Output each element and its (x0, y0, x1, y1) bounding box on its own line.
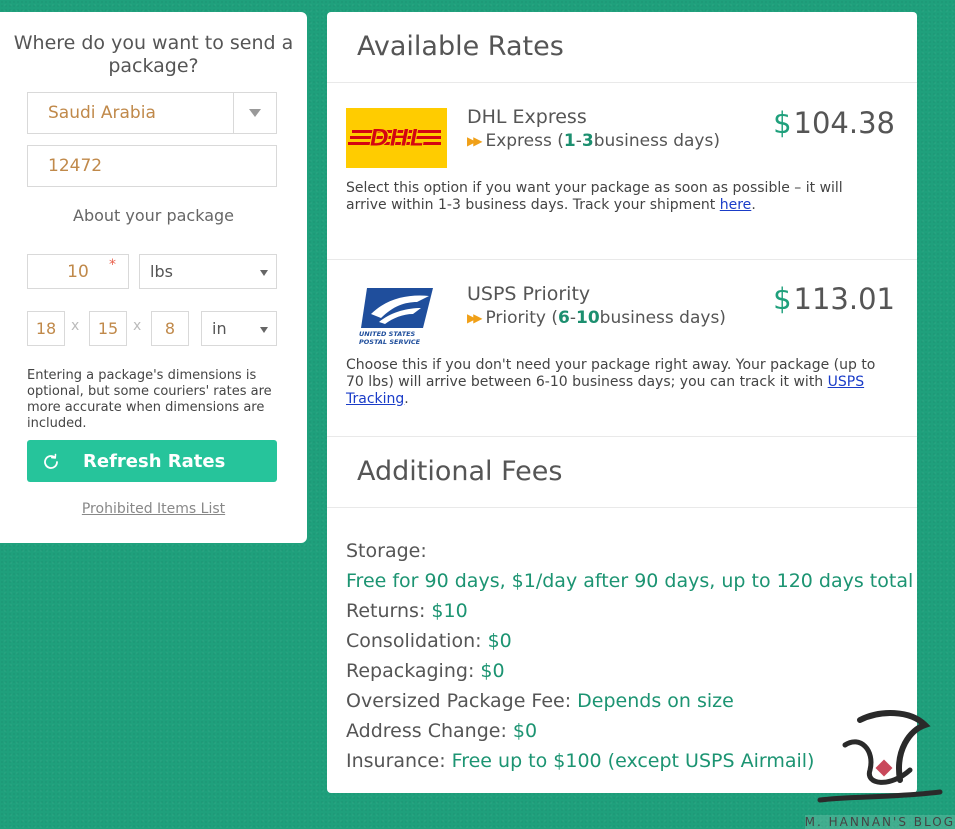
additional-fees-title: Additional Fees (357, 456, 563, 487)
usps-price: $113.01 (773, 282, 895, 316)
dimension-unit-select[interactable]: in (201, 311, 277, 346)
dhl-logo: DHL (346, 108, 447, 168)
shipping-form-panel: Where do you want to send a package? Sau… (0, 12, 307, 543)
country-dropdown-toggle[interactable] (233, 93, 276, 133)
rates-panel: Available Rates DHL DHL Express ▶▶ Expre… (327, 12, 917, 793)
fee-storage-label: Storage: (346, 540, 427, 562)
fee-item: Returns: $10 (346, 600, 468, 622)
usps-eagle-icon: UNITED STATES POSTAL SERVICE (359, 288, 433, 346)
refresh-icon (44, 453, 58, 469)
country-select[interactable]: Saudi Arabia (27, 92, 277, 134)
usps-service: ▶▶ Priority (6-10 business days) (467, 308, 726, 328)
chevron-down-icon (249, 109, 261, 117)
height-input[interactable]: 8 (151, 311, 189, 346)
chevron-down-icon (260, 326, 268, 333)
required-asterisk: * (109, 257, 116, 273)
country-value: Saudi Arabia (48, 103, 156, 123)
available-rates-title: Available Rates (357, 31, 564, 62)
usps-carrier-name: USPS Priority (467, 283, 591, 305)
usps-logo: UNITED STATES POSTAL SERVICE (357, 284, 437, 346)
divider (327, 436, 917, 437)
dimensions-note: Entering a package's dimensions is optio… (27, 368, 272, 431)
dhl-tracking-link[interactable]: here (720, 197, 752, 213)
dhl-service: ▶▶ Express (1-3 business days) (467, 131, 720, 151)
length-input[interactable]: 18 (27, 311, 65, 346)
calligraphy-logo (817, 710, 943, 803)
fee-item: Consolidation: $0 (346, 630, 512, 652)
divider (327, 507, 917, 508)
refresh-rates-label: Refresh Rates (83, 450, 226, 472)
currency-symbol: $ (773, 106, 792, 140)
watermark: M. HANNAN'S BLOG (800, 700, 955, 829)
refresh-rates-button[interactable]: Refresh Rates (27, 440, 277, 482)
weight-unit-value: lbs (150, 262, 173, 281)
divider (327, 259, 917, 260)
prohibited-items-link[interactable]: Prohibited Items List (0, 501, 307, 517)
watermark-text: M. HANNAN'S BLOG (804, 815, 955, 829)
usps-logo-line-2: POSTAL SERVICE (359, 338, 421, 346)
times-sign: x (71, 318, 80, 334)
fast-forward-icon: ▶▶ (467, 311, 483, 325)
dhl-description: Select this option if you want your pack… (346, 180, 843, 213)
about-package-label: About your package (73, 206, 234, 225)
usps-description: Choose this if you don't need your packa… (346, 357, 876, 407)
dhl-price: $104.38 (773, 106, 895, 140)
divider (327, 82, 917, 83)
dimension-unit-value: in (212, 319, 227, 338)
currency-symbol: $ (773, 282, 792, 316)
fee-storage-value: Free for 90 days, $1/day after 90 days, … (346, 570, 914, 592)
zip-code-input[interactable]: 12472 (27, 145, 277, 187)
dhl-logo-text: DHL (369, 124, 424, 152)
usps-logo-line-1: UNITED STATES (359, 330, 416, 338)
dhl-carrier-name: DHL Express (467, 106, 587, 128)
chevron-down-icon (260, 269, 268, 276)
form-title: Where do you want to send a package? (13, 32, 294, 77)
weight-input[interactable]: 10 * (27, 254, 129, 289)
width-input[interactable]: 15 (89, 311, 127, 346)
fast-forward-icon: ▶▶ (467, 134, 483, 148)
weight-value: 10 (67, 261, 89, 282)
dhl-logo-graphic: DHL (346, 108, 447, 168)
fee-item: Repackaging: $0 (346, 660, 505, 682)
weight-unit-select[interactable]: lbs (139, 254, 277, 289)
times-sign: x (133, 318, 142, 334)
